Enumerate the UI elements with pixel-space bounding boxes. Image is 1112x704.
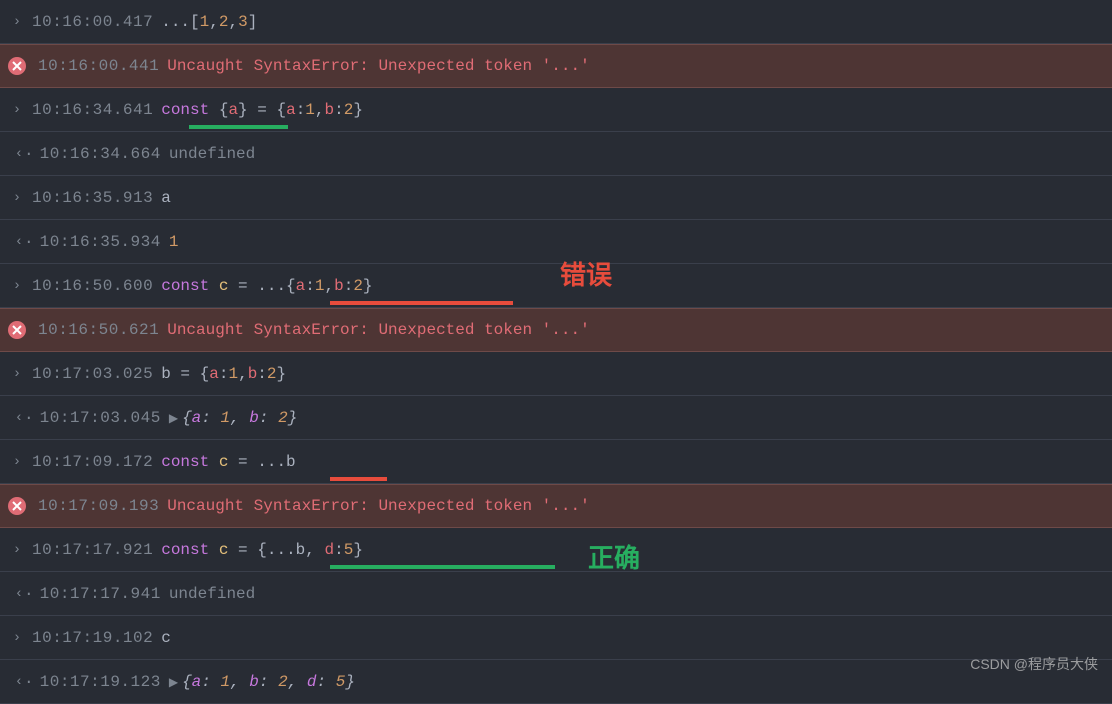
input-arrow-icon: › <box>8 630 26 646</box>
console-row[interactable]: ‹·10:17:17.941undefined <box>0 572 1112 616</box>
timestamp: 10:16:34.641 <box>32 101 153 119</box>
console-row[interactable]: ‹·10:16:34.664undefined <box>0 132 1112 176</box>
timestamp: 10:17:19.123 <box>40 673 161 691</box>
console-row[interactable]: › 10:17:19.102 c <box>0 616 1112 660</box>
timestamp: 10:17:19.102 <box>32 629 153 647</box>
console-message: undefined <box>169 585 255 603</box>
console-row[interactable]: › 10:16:35.913 a <box>0 176 1112 220</box>
timestamp: 10:16:35.913 <box>32 189 153 207</box>
console-message: const {a} = {a:1,b:2} <box>161 101 363 119</box>
console-message: ...[1,2,3] <box>161 13 257 31</box>
timestamp: 10:16:35.934 <box>40 233 161 251</box>
timestamp: 10:17:03.045 <box>40 409 161 427</box>
annotation-underline <box>330 301 513 305</box>
input-arrow-icon: › <box>8 454 26 470</box>
console-row[interactable]: ‹·10:17:19.123▶{a: 1, b: 2, d: 5} <box>0 660 1112 704</box>
console-message: c <box>161 629 171 647</box>
console-message: const c = ...{a:1,b:2} <box>161 277 372 295</box>
console-panel: › 10:16:00.417 ...[1,2,3] 10:16:00.441 Uncau… <box>0 0 1112 704</box>
console-row[interactable]: › 10:17:09.172 const c = ...b <box>0 440 1112 484</box>
timestamp: 10:17:09.172 <box>32 453 153 471</box>
console-message: const c = {...b, d:5} <box>161 541 363 559</box>
console-message: b = {a:1,b:2} <box>161 365 286 383</box>
expand-triangle-icon[interactable]: ▶ <box>169 412 178 426</box>
console-message: ▶{a: 1, b: 2} <box>169 409 298 427</box>
error-icon <box>8 57 26 75</box>
timestamp: 10:17:17.921 <box>32 541 153 559</box>
timestamp: 10:16:50.600 <box>32 277 153 295</box>
console-message: 1 <box>169 233 179 251</box>
watermark: CSDN @程序员大侠 <box>970 654 1098 674</box>
console-message: Uncaught SyntaxError: Unexpected token '… <box>167 57 589 75</box>
error-icon <box>8 497 26 515</box>
console-message: ▶{a: 1, b: 2, d: 5} <box>169 673 355 691</box>
input-arrow-icon: › <box>8 278 26 294</box>
console-message: a <box>161 189 171 207</box>
input-arrow-icon: › <box>8 102 26 118</box>
annotation-label: 正确 <box>588 538 640 575</box>
console-row[interactable]: 10:16:00.441 Uncaught SyntaxError: Unexpe… <box>0 44 1112 88</box>
console-message: undefined <box>169 145 255 163</box>
input-arrow-icon: › <box>8 190 26 206</box>
console-row[interactable]: › 10:17:03.025 b = {a:1,b:2} <box>0 352 1112 396</box>
console-row[interactable]: › 10:17:17.921 const c = {...b, d:5} <box>0 528 1112 572</box>
annotation-underline <box>330 477 387 481</box>
console-row[interactable]: › 10:16:34.641 const {a} = {a:1,b:2} <box>0 88 1112 132</box>
console-message: Uncaught SyntaxError: Unexpected token '… <box>167 497 589 515</box>
timestamp: 10:16:34.664 <box>40 145 161 163</box>
console-row[interactable]: 10:16:50.621 Uncaught SyntaxError: Unexpe… <box>0 308 1112 352</box>
timestamp: 10:16:00.417 <box>32 13 153 31</box>
console-row[interactable]: › 10:16:50.600 const c = ...{a:1,b:2} <box>0 264 1112 308</box>
input-arrow-icon: › <box>8 14 26 30</box>
console-message: const c = ...b <box>161 453 295 471</box>
console-row[interactable]: 10:17:09.193 Uncaught SyntaxError: Unexpe… <box>0 484 1112 528</box>
console-row[interactable]: ‹·10:17:03.045▶{a: 1, b: 2} <box>0 396 1112 440</box>
console-row[interactable]: ‹·10:16:35.9341 <box>0 220 1112 264</box>
error-icon <box>8 321 26 339</box>
console-message: Uncaught SyntaxError: Unexpected token '… <box>167 321 589 339</box>
timestamp: 10:16:00.441 <box>38 57 159 75</box>
annotation-underline <box>189 125 288 129</box>
timestamp: 10:17:17.941 <box>40 585 161 603</box>
console-row[interactable]: › 10:16:00.417 ...[1,2,3] <box>0 0 1112 44</box>
timestamp: 10:17:03.025 <box>32 365 153 383</box>
annotation-label: 错误 <box>560 255 612 292</box>
input-arrow-icon: › <box>8 366 26 382</box>
timestamp: 10:16:50.621 <box>38 321 159 339</box>
timestamp: 10:17:09.193 <box>38 497 159 515</box>
annotation-underline <box>330 565 555 569</box>
input-arrow-icon: › <box>8 542 26 558</box>
expand-triangle-icon[interactable]: ▶ <box>169 676 178 690</box>
